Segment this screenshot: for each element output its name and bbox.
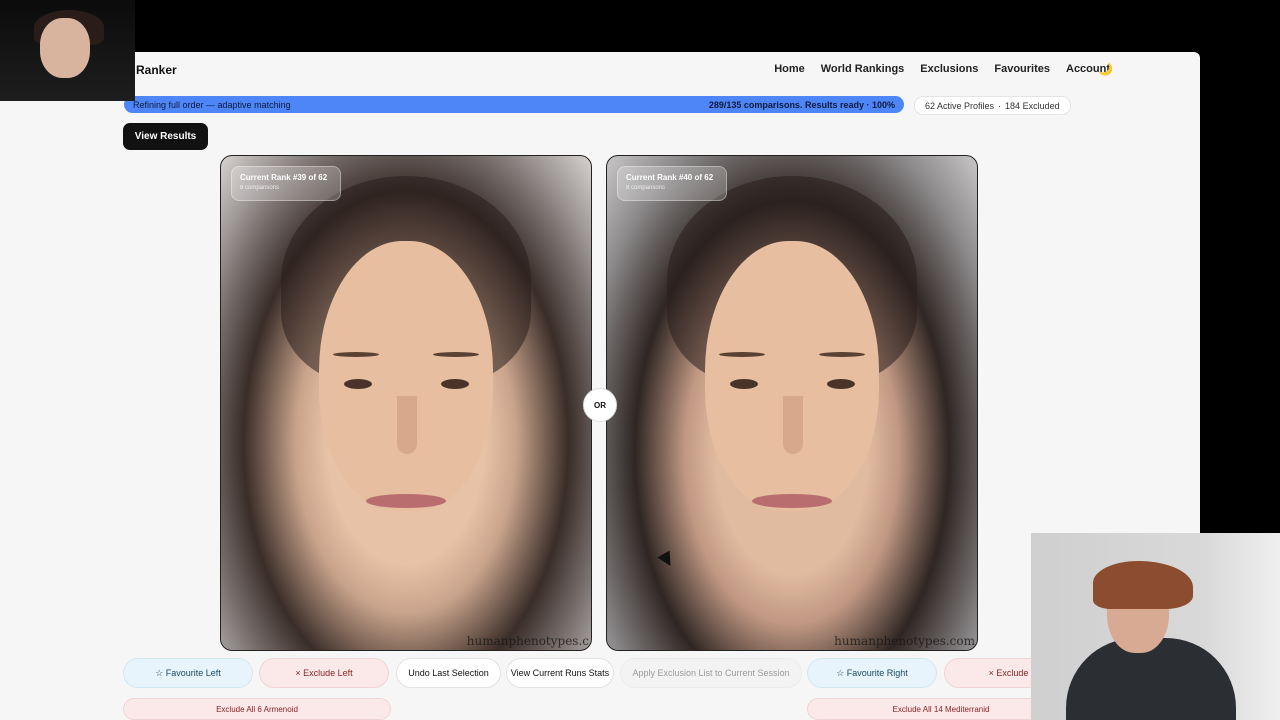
face-shape (705, 241, 879, 511)
nav-favourites[interactable]: Favourites (994, 63, 1050, 75)
right-eye (441, 379, 469, 389)
favourite-right-button[interactable]: ☆ Favourite Right (807, 658, 937, 688)
moon-icon[interactable]: 🌙 (1098, 62, 1113, 76)
excluded-profiles: 184 Excluded (1005, 100, 1060, 111)
undo-last-selection-button[interactable]: Undo Last Selection (396, 658, 501, 688)
webcam-overlay-top-left (0, 0, 135, 101)
active-profiles: 62 Active Profiles (925, 100, 995, 111)
nav-home[interactable]: Home (774, 63, 805, 75)
right-rank-badge: Current Rank #40 of 62 8 comparisons (617, 166, 727, 201)
view-results-button[interactable]: View Results (123, 123, 208, 150)
webcam-overlay-bottom-right (1031, 533, 1280, 720)
badge-separator: · (998, 100, 1002, 111)
left-brow (333, 352, 379, 357)
left-rank-sub: 8 comparisons (240, 185, 280, 191)
left-rank-title: Current Rank #39 of 62 (240, 173, 328, 182)
right-rank-title: Current Rank #40 of 62 (626, 173, 714, 182)
ranker-app-window: Ranker Home World Rankings Exclusions Fa… (0, 52, 1200, 720)
right-brow (819, 352, 865, 357)
right-watermark: humanphenotypes.com (834, 634, 975, 648)
exclude-left-button[interactable]: × Exclude Left (259, 658, 389, 688)
nav-world-rankings[interactable]: World Rankings (821, 63, 905, 75)
left-eye (344, 379, 372, 389)
favourite-left-button[interactable]: ☆ Favourite Left (123, 658, 253, 688)
right-brow (433, 352, 479, 357)
left-brow (719, 352, 765, 357)
exclude-all-left-button[interactable]: Exclude All 6 Armenoid (123, 698, 391, 720)
progress-bar: Refining full order — adaptive matching … (124, 96, 904, 113)
webcam-hair (1093, 561, 1193, 609)
top-nav: Home World Rankings Exclusions Favourite… (774, 63, 1110, 75)
webcam-face (40, 18, 90, 78)
face-shape (319, 241, 493, 511)
or-divider: OR (583, 388, 617, 422)
progress-status: 289/135 comparisons. Results ready · 100… (708, 99, 895, 110)
left-profile-card[interactable]: Current Rank #39 of 62 8 comparisons hum… (220, 155, 592, 651)
nose (783, 396, 803, 454)
brand-title: Ranker (136, 63, 177, 77)
view-current-runs-stats-button[interactable]: View Current Runs Stats (506, 658, 614, 688)
progress-label: Refining full order — adaptive matching (133, 99, 291, 110)
profile-count-badge: 62 Active Profiles · 184 Excluded (914, 96, 1071, 115)
right-rank-sub: 8 comparisons (626, 185, 666, 191)
mouth (752, 494, 832, 508)
apply-exclusion-list-button[interactable]: Apply Exclusion List to Current Session (620, 658, 802, 688)
left-watermark: humanphenotypes.c (466, 634, 589, 648)
right-eye (827, 379, 855, 389)
mouth (366, 494, 446, 508)
left-rank-badge: Current Rank #39 of 62 8 comparisons (231, 166, 341, 201)
right-profile-card[interactable]: Current Rank #40 of 62 8 comparisons hum… (606, 155, 978, 651)
left-eye (730, 379, 758, 389)
nose (397, 396, 417, 454)
nav-exclusions[interactable]: Exclusions (920, 63, 978, 75)
